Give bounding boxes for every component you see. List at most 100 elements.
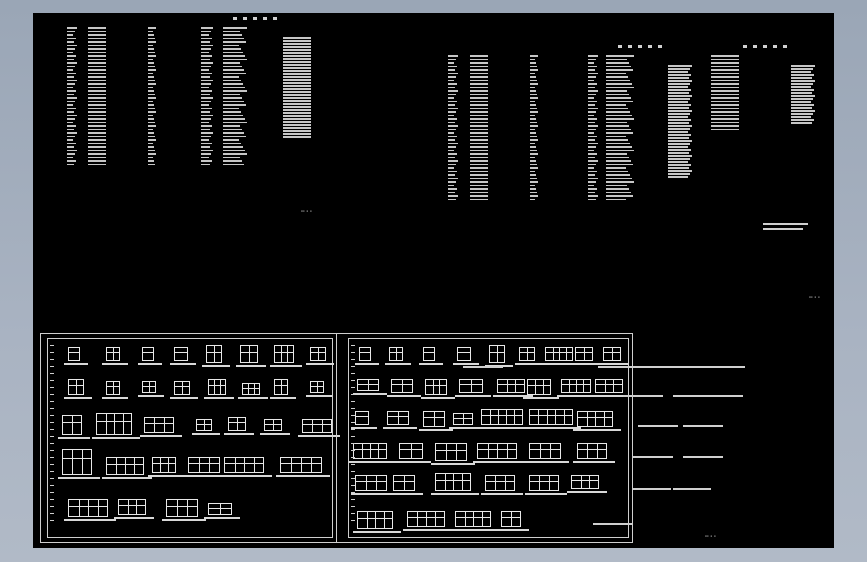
table-row-line (588, 65, 597, 67)
table-row-line (530, 72, 535, 74)
table-row-line (88, 58, 106, 60)
table-row-line (606, 142, 630, 144)
mullion (426, 512, 427, 526)
transom (502, 516, 520, 518)
table-row-line (88, 135, 106, 137)
transom (424, 416, 444, 418)
mullion (490, 410, 491, 424)
table-row-line (201, 160, 212, 162)
mullion (613, 380, 615, 392)
table-row-line (223, 51, 243, 53)
table-row-line (67, 128, 74, 130)
window-elevation (529, 409, 573, 425)
table-row-line (283, 49, 311, 51)
window-label (419, 429, 453, 431)
table-row-line (67, 135, 75, 137)
table-row-line (606, 128, 631, 130)
table-row-line (606, 86, 634, 88)
table-row-line (67, 149, 77, 151)
table-row-line (606, 79, 630, 81)
window-label (148, 475, 184, 477)
window-elevation (357, 511, 393, 529)
table-row-line (588, 153, 597, 155)
table-row-line (88, 41, 106, 43)
table-row-line (223, 107, 239, 109)
table-row-line (67, 51, 73, 53)
mullion (249, 346, 250, 362)
sheet-edge-tick (351, 485, 355, 486)
table-row-line (606, 114, 632, 116)
table-row-line (530, 97, 538, 99)
table-row-line (588, 86, 595, 88)
elevation-sheet-right (336, 333, 633, 543)
window-label (573, 461, 615, 463)
transom (275, 351, 293, 353)
table-row-line (711, 97, 739, 99)
mullion (504, 476, 506, 490)
table-row-line (791, 107, 812, 109)
mullion (199, 458, 200, 472)
window-label (389, 493, 423, 495)
table-row-line (201, 48, 211, 50)
table-row-line (448, 198, 456, 200)
sheet-edge-tick (351, 443, 355, 444)
table-row-line (148, 51, 155, 53)
table-row-line (588, 184, 594, 186)
table-row-line (223, 93, 240, 95)
transom (530, 414, 572, 416)
table-row-line (67, 34, 73, 36)
table-row-line (448, 62, 454, 64)
table-row-line (668, 137, 689, 139)
sheet-stamp-1: ▬▬ ▪ ▪ (301, 209, 312, 213)
table-row-line (588, 198, 596, 200)
table-row-line (223, 41, 246, 43)
window-label (298, 435, 340, 437)
table-row-line (88, 149, 106, 151)
mullion (580, 476, 582, 488)
table-row-line (606, 111, 630, 113)
table-row-line (201, 37, 212, 39)
table-row-line (530, 65, 537, 67)
mullion (187, 500, 188, 516)
window-elevation (359, 347, 371, 361)
table-row-line (283, 46, 311, 48)
table-row-line (711, 69, 739, 71)
table-row-line (88, 107, 106, 109)
table-row-line (88, 86, 106, 88)
transom (225, 462, 263, 464)
table-row-line (283, 58, 311, 60)
table-row-line (668, 74, 691, 76)
table-row-line (606, 170, 628, 172)
table-row-line (530, 55, 538, 57)
table-row-line (88, 100, 106, 102)
table-row-line (223, 114, 243, 116)
sheet-edge-tick (50, 359, 54, 360)
table-row-line (588, 142, 598, 144)
table-row-line (448, 83, 457, 85)
table-row-line (530, 76, 536, 78)
window-label (270, 397, 296, 399)
transom (486, 480, 514, 482)
table-row-line (148, 104, 154, 106)
window-label (403, 529, 453, 531)
schedule-col-4 (201, 27, 213, 165)
table-row-line (588, 128, 596, 130)
table-row-line (148, 97, 156, 99)
table-row-line (201, 51, 209, 53)
cad-model-space[interactable]: ▬▬ ▪ ▪ ▬▬ ▪ ▪ ▬▬ ▪ ▪ (33, 13, 834, 548)
table-row-line (148, 76, 154, 78)
transom (69, 352, 79, 354)
window-elevation (228, 417, 246, 431)
mullion (514, 410, 515, 424)
table-row-line (67, 118, 75, 120)
table-row-line (201, 97, 213, 99)
window-label (58, 477, 100, 479)
mullion (378, 444, 379, 458)
window-elevation (353, 443, 387, 459)
table-row-line (791, 65, 815, 67)
transom (460, 384, 482, 386)
table-row-line (530, 198, 535, 200)
mullion (495, 476, 497, 490)
mullion (113, 382, 114, 394)
table-row-line (448, 132, 454, 134)
